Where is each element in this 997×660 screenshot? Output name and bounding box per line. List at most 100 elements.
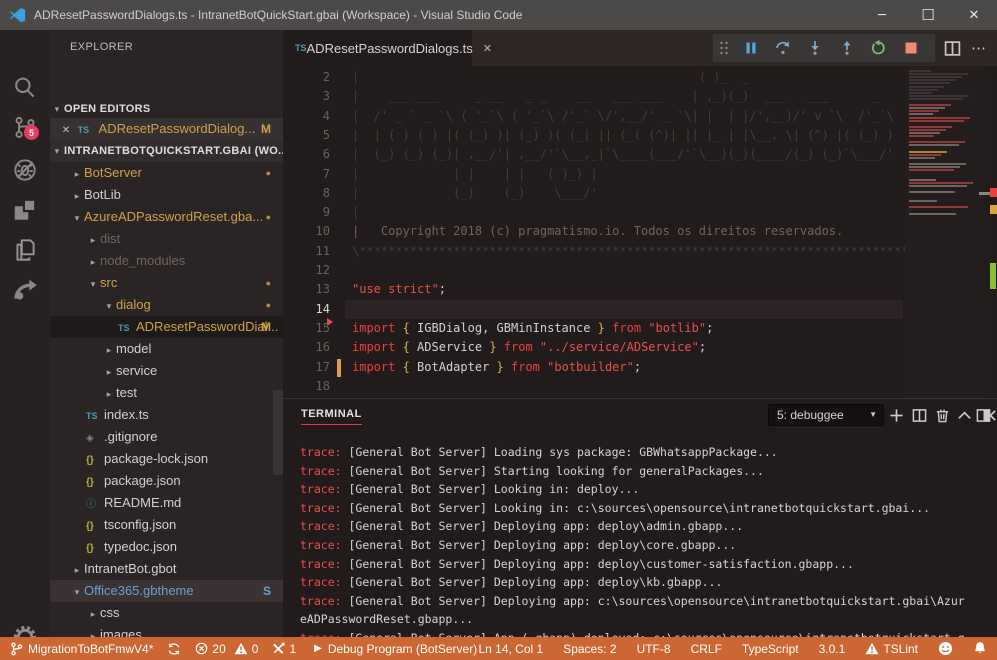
step-into-icon[interactable] [801,38,829,58]
tree-item-test[interactable]: ▸test [50,382,283,404]
feedback-smiley-icon[interactable] [938,637,953,660]
code-line[interactable]: | Copyright 2018 (c) pragmatismo.io. Tod… [352,222,912,241]
tools-count: 1 [289,642,296,656]
open-editor-item[interactable]: ✕ TS ADResetPasswordDialog... M [50,118,283,140]
errors-item[interactable]: 20 [195,637,225,660]
tree-item-readme-md[interactable]: ⓘREADME.md [50,492,283,514]
debug-marker-icon[interactable] [327,318,333,326]
tree-item-package-json[interactable]: {}package.json [50,470,283,492]
terminal-tab[interactable]: TERMINAL [301,408,362,425]
tree-item-index-ts[interactable]: TSindex.ts [50,404,283,426]
encoding-item[interactable]: UTF-8 [637,637,671,660]
terminal-panel: TERMINAL 5: debuggee ▼ [283,398,997,637]
open-editors-header[interactable]: ▾OPEN EDITORS [50,98,283,120]
search-icon[interactable] [11,74,39,102]
new-terminal-icon[interactable] [887,406,905,424]
chevron-right-icon: ▸ [86,625,100,637]
code-line[interactable]: | (_) (_) \___/' | [352,184,912,203]
maximize-panel-icon[interactable] [955,406,973,424]
language-mode-item[interactable]: TypeScript [742,637,799,660]
minimap[interactable] [905,66,985,398]
warnings-item[interactable]: 0 [234,637,259,660]
code-line[interactable]: | | [352,203,912,222]
code-line[interactable] [352,377,912,396]
close-button[interactable]: ✕ [951,0,997,30]
tree-item-tsconfig-json[interactable]: {}tsconfig.json [50,514,283,536]
tree-item-package-lock-json[interactable]: {}package-lock.json [50,448,283,470]
notifications-bell-icon[interactable] [973,637,987,660]
tree-item-node-modules[interactable]: ▸node_modules [50,250,283,272]
typescript-file-icon: TS [118,317,136,338]
tree-item-service[interactable]: ▸service [50,360,283,382]
share-icon[interactable] [11,276,39,304]
tree-item-src[interactable]: ▾src● [50,272,283,294]
error-count: 20 [212,642,225,656]
workspace-header[interactable]: ▾INTRANETBOTQUICKSTART.GBAI (WO... [50,140,283,162]
tree-item--gitignore[interactable]: ◈.gitignore [50,426,283,448]
sync-item[interactable] [167,637,181,660]
tree-item-adresetpassworddial-[interactable]: TSADResetPasswordDial...M [50,316,283,338]
tree-item-dialog[interactable]: ▾dialog● [50,294,283,316]
tree-item-model[interactable]: ▸model [50,338,283,360]
tree-item-azureadpasswordreset-gba-[interactable]: ▾AzureADPasswordReset.gba...● [50,206,283,228]
tree-item-dist[interactable]: ▸dist [50,228,283,250]
tree-item-botserver[interactable]: ▸BotServer● [50,162,283,184]
sidebar-scrollbar[interactable] [273,390,283,475]
terminal-output[interactable]: trace: [General Bot Server] Loading sys … [283,433,997,638]
git-branch-item[interactable]: MigrationToBotFmwV4* [10,637,153,660]
debug-disabled-icon[interactable] [11,156,39,184]
tree-item-typedoc-json[interactable]: {}typedoc.json [50,536,283,558]
tree-item-images[interactable]: ▸images [50,624,283,637]
eol-item[interactable]: CRLF [691,637,722,660]
tree-item-css[interactable]: ▸css [50,602,283,624]
extensions-icon[interactable] [11,196,39,224]
close-icon[interactable]: ✕ [58,120,74,142]
documents-icon[interactable] [11,236,39,264]
more-actions-icon[interactable]: ⋯ [971,39,987,57]
minimize-button[interactable]: ─ [859,0,905,30]
code-line[interactable]: | (_) (_) (_)| ,__/'| ,__/'`\__,_|`\____… [352,145,912,164]
code-line[interactable]: import { BotAdapter } from "botbuilder"; [352,358,912,377]
maximize-button[interactable]: ☐ [905,0,951,30]
overview-ruler[interactable] [985,66,997,398]
code-line[interactable]: | ( )_ _ | [352,68,912,87]
tab-adresetpassworddialogs[interactable]: TS ADResetPasswordDialogs.ts ✕ [283,30,472,66]
tree-item-botlib[interactable]: ▸BotLib [50,184,283,206]
tree-item-intranetbot-gbot[interactable]: ▸IntranetBot.gbot [50,558,283,580]
step-out-icon[interactable] [833,38,861,58]
split-terminal-icon[interactable] [910,406,928,424]
debug-program-item[interactable]: ▶ Debug Program (BotServer) [314,637,477,660]
code-line[interactable]: import { IGBDialog, GBMinInstance } from… [352,319,912,338]
git-modified-dot: ● [266,206,271,228]
stop-icon[interactable] [897,38,925,58]
tree-item-label: service [116,363,157,378]
close-panel-x-icon[interactable] [981,406,997,424]
code-line[interactable]: import { ADService } from "../service/AD… [352,338,912,357]
indentation-item[interactable]: Spaces: 2 [563,637,616,660]
drag-grip-icon[interactable] [715,38,733,58]
code-line[interactable]: | | ( ) ( ) |( (_) )| (_) )( (_| || (_( … [352,126,912,145]
tools-item[interactable]: 1 [272,637,296,660]
typescript-file-icon: TS [295,43,307,53]
split-editor-icon[interactable] [944,40,961,57]
code-line[interactable]: | ___ ___ _ __ _ _ __ ___ ___ | ,_)(_) _… [352,87,912,106]
chevron-down-icon: ▼ [869,405,877,425]
line-number: 4 [283,107,330,126]
restart-icon[interactable] [865,38,893,58]
tslint-item[interactable]: TSLint [865,637,918,660]
cursor-position-item[interactable]: Ln 14, Col 1 [478,637,543,660]
code-line[interactable]: \***************************************… [352,242,912,261]
code-line[interactable]: | | | | | ( )_) | | [352,165,912,184]
code-line[interactable]: "use strict"; [352,280,912,299]
code-line[interactable] [352,261,912,280]
tree-item-office365-gbtheme[interactable]: ▾Office365.gbthemeS [50,580,283,602]
close-icon[interactable]: ✕ [483,42,492,55]
code-line[interactable] [352,300,912,319]
kill-terminal-icon[interactable] [933,406,951,424]
pause-icon[interactable] [737,38,765,58]
ts-version-item[interactable]: 3.0.1 [819,637,846,660]
step-over-icon[interactable] [769,38,797,58]
code-editor[interactable]: 2| ( )_ _ |3| ___ ___ _ __ _ _ __ ___ __… [283,66,997,398]
terminal-select[interactable]: 5: debuggee ▼ [768,404,884,426]
code-line[interactable]: | /' _ ` _ `\ ( '_`\ ( '_`\ /'_` \/',__/… [352,107,912,126]
